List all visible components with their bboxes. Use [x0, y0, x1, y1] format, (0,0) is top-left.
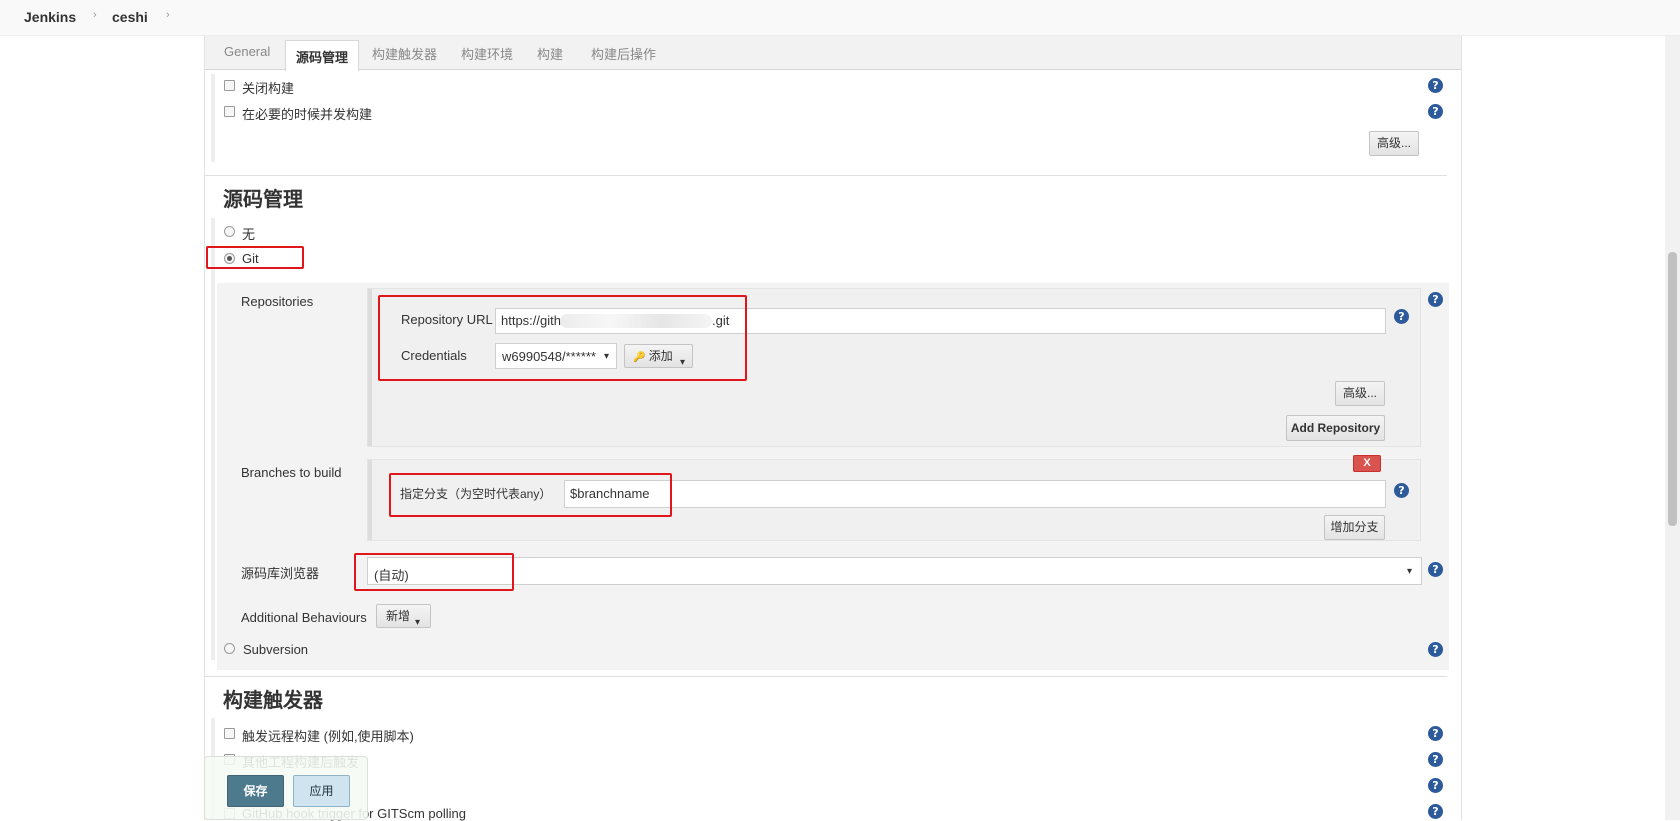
divider [205, 676, 1447, 677]
branches-to-build-label: Branches to build [241, 465, 342, 480]
help-icon[interactable]: ? [1428, 642, 1443, 657]
disable-build-label: 关闭构建 [242, 81, 295, 96]
section-indent-bar [211, 74, 215, 162]
concurrent-build-label: 在必要的时候并发构建 [242, 107, 373, 122]
scm-section-title: 源码管理 [223, 189, 303, 211]
scm-subversion-label: Subversion [243, 642, 309, 657]
help-icon[interactable]: ? [1394, 309, 1409, 324]
repo-browser-label: 源码库浏览器 [241, 566, 320, 581]
repo-browser-select[interactable]: (自动) [367, 557, 1422, 585]
config-tab-bar: General 源码管理 构建触发器 构建环境 构建 构建后操作 [205, 36, 1461, 71]
tab-general[interactable]: General [224, 44, 270, 59]
scm-none-radio[interactable] [224, 226, 235, 237]
breadcrumb-ceshi[interactable]: ceshi [112, 9, 148, 25]
help-icon[interactable]: ? [1428, 104, 1443, 119]
scm-none-label: 无 [242, 227, 256, 242]
triggers-section-title: 构建触发器 [223, 690, 323, 712]
chevron-down-icon: ▾ [1407, 566, 1413, 577]
tab-build-environment[interactable]: 构建环境 [461, 44, 513, 63]
general-advanced-button[interactable]: 高级... [1369, 131, 1419, 156]
section-indent-bar [368, 460, 372, 540]
delete-branch-button[interactable]: X [1353, 455, 1381, 472]
tab-post-build[interactable]: 构建后操作 [591, 44, 656, 63]
save-button[interactable]: 保存 [227, 775, 284, 807]
highlight-box [389, 473, 672, 517]
scm-subversion-radio[interactable] [224, 643, 235, 654]
chevron-right-icon: › [93, 9, 97, 21]
help-icon[interactable]: ? [1428, 752, 1443, 767]
highlight-box [354, 553, 514, 591]
help-icon[interactable]: ? [1428, 292, 1443, 307]
bottom-sticker: 保存 应用 [204, 756, 368, 820]
highlight-box [378, 295, 747, 381]
tab-build[interactable]: 构建 [537, 44, 563, 63]
section-indent-bar [368, 289, 372, 446]
additional-behaviours-label: Additional Behaviours [241, 610, 367, 625]
help-icon[interactable]: ? [1394, 483, 1409, 498]
page-scrollbar[interactable] [1665, 36, 1680, 820]
help-icon[interactable]: ? [1428, 804, 1443, 819]
branch-specifier-input[interactable]: $branchname [564, 480, 1386, 508]
breadcrumb: Jenkins › ceshi › [0, 0, 1680, 36]
scrollbar-thumb[interactable] [1668, 252, 1677, 526]
help-icon[interactable]: ? [1428, 78, 1443, 93]
chevron-down-icon: ▾ [415, 617, 421, 628]
tab-scm[interactable]: 源码管理 [285, 40, 360, 71]
add-branch-button[interactable]: 增加分支 [1324, 515, 1385, 540]
help-icon[interactable]: ? [1428, 778, 1443, 793]
add-behaviour-label: 新增 [386, 609, 411, 623]
repositories-label: Repositories [241, 294, 314, 309]
apply-button[interactable]: 应用 [293, 775, 350, 807]
job-config-form: General 源码管理 构建触发器 构建环境 构建 构建后操作 关闭构建 ? … [204, 36, 1462, 821]
highlight-box [206, 246, 304, 269]
remote-trigger-label: 触发远程构建 (例如,使用脚本) [242, 729, 414, 744]
section-indent-bar [211, 218, 215, 660]
breadcrumb-jenkins[interactable]: Jenkins [24, 9, 76, 25]
add-repository-button[interactable]: Add Repository [1286, 415, 1385, 441]
help-icon[interactable]: ? [1428, 562, 1443, 577]
help-icon[interactable]: ? [1428, 726, 1443, 741]
tab-build-triggers[interactable]: 构建触发器 [372, 44, 437, 63]
remote-trigger-checkbox[interactable] [224, 728, 235, 739]
repository-advanced-button[interactable]: 高级... [1335, 381, 1385, 406]
add-behaviour-button[interactable]: 新增 ▾ [376, 604, 431, 628]
chevron-right-icon: › [166, 9, 170, 21]
divider [205, 175, 1447, 176]
concurrent-build-checkbox[interactable] [224, 106, 235, 117]
disable-build-checkbox[interactable] [224, 80, 235, 91]
